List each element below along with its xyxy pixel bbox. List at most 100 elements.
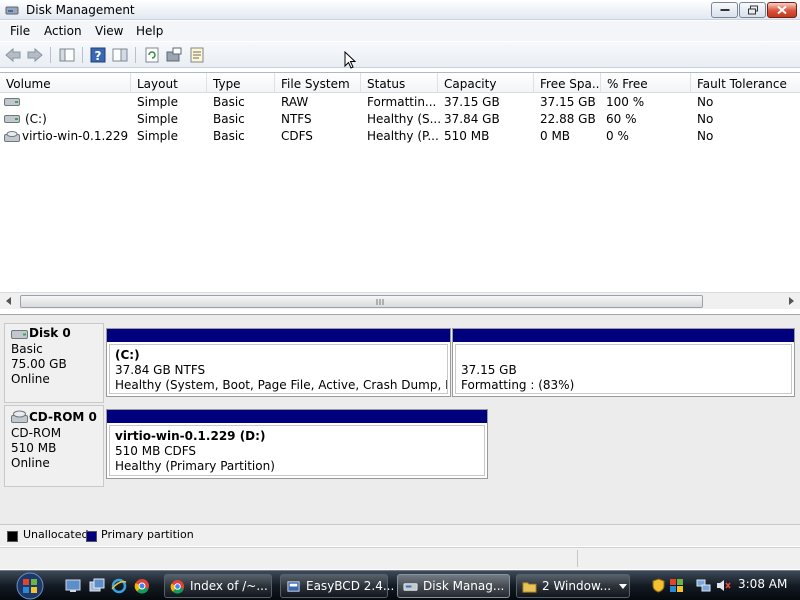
column-percent-free[interactable]: % Free	[601, 73, 691, 93]
volume-file-system: CDFS	[281, 129, 313, 143]
task-label: 2 Window...	[542, 579, 612, 593]
disk-management-icon	[403, 583, 418, 591]
cdrom-0-label[interactable]: CD-ROM 0 CD-ROM 510 MB Online	[4, 405, 104, 487]
disk-type: CD-ROM	[11, 426, 62, 440]
volume-muted-icon[interactable]	[716, 578, 731, 593]
volume-type: Basic	[213, 129, 245, 143]
task-easybcd[interactable]: EasyBCD 2.4...	[280, 574, 394, 598]
start-button[interactable]	[8, 572, 52, 600]
column-status[interactable]: Status	[361, 73, 438, 93]
volume-percent-free: 60 %	[606, 112, 637, 126]
volume-free-space: 22.88 GB	[540, 112, 596, 126]
horizontal-scrollbar[interactable]	[0, 292, 800, 309]
volume-fault-tolerance: No	[697, 95, 714, 109]
column-type[interactable]: Type	[207, 73, 275, 93]
close-button[interactable]	[767, 2, 797, 18]
properties-view-icon[interactable]	[111, 46, 129, 64]
scrollbar-thumb[interactable]	[20, 295, 703, 308]
column-header-row: Volume Layout Type File System Status Ca…	[0, 73, 800, 93]
task-disk-management[interactable]: Disk Manag...	[397, 574, 510, 598]
volume-status: Healthy (P...	[367, 129, 439, 143]
volume-capacity: 510 MB	[444, 129, 490, 143]
column-layout[interactable]: Layout	[131, 73, 207, 93]
minimize-icon	[720, 9, 729, 11]
svg-text:?: ?	[95, 49, 102, 63]
toolbar: ?	[0, 42, 800, 68]
menu-file[interactable]: File	[10, 24, 30, 38]
scroll-right-icon[interactable]	[786, 296, 796, 306]
status-divider	[577, 550, 578, 567]
volume-status: Formattin...	[367, 95, 437, 109]
help-icon[interactable]: ?	[89, 46, 107, 64]
back-icon[interactable]	[4, 46, 22, 64]
forward-icon[interactable]	[26, 46, 44, 64]
disk-management-window: Disk Management File Action View Help ? …	[0, 0, 800, 570]
hard-disk-icon	[11, 330, 28, 339]
console-tree-icon[interactable]	[58, 46, 76, 64]
task-chrome[interactable]: Index of /~...	[164, 574, 272, 598]
column-fault-tolerance[interactable]: Fault Tolerance	[691, 73, 800, 93]
show-desktop-icon[interactable]	[65, 578, 81, 594]
column-capacity[interactable]: Capacity	[438, 73, 534, 93]
volume-type: Basic	[213, 95, 245, 109]
volume-layout: Simple	[137, 129, 178, 143]
partition-c[interactable]: (C:) 37.84 GB NTFS Healthy (System, Boot…	[106, 328, 451, 397]
rescan-disks-icon[interactable]	[165, 46, 183, 64]
volume-name: (C:)	[25, 112, 47, 126]
partition-title: virtio-win-0.1.229 (D:)	[115, 429, 266, 443]
network-icon[interactable]	[696, 578, 711, 593]
volume-layout: Simple	[137, 95, 178, 109]
menu-help[interactable]: Help	[136, 24, 163, 38]
chrome-icon	[170, 579, 185, 594]
minimize-button[interactable]	[711, 2, 738, 18]
legend-unallocated: Unallocated	[23, 528, 89, 541]
volume-row[interactable]: virtio-win-0.1.229 ... Simple Basic CDFS…	[0, 128, 800, 145]
partition-d[interactable]: virtio-win-0.1.229 (D:) 510 MB CDFS Heal…	[106, 409, 488, 479]
volume-status: Healthy (S...	[367, 112, 442, 126]
switch-windows-icon[interactable]	[89, 578, 105, 594]
notification-area: 3:08 AM	[645, 573, 800, 599]
disk-0-label[interactable]: Disk 0 Basic 75.00 GB Online	[4, 323, 104, 403]
disk-size: 510 MB	[11, 441, 57, 455]
partition-status: Formatting : (83%)	[461, 378, 575, 392]
task-windows-explorer-group[interactable]: 2 Window...	[516, 574, 630, 598]
status-bar	[0, 547, 800, 569]
security-shield-icon[interactable]	[651, 578, 666, 593]
menu-bar: File Action View Help	[0, 21, 800, 41]
partition-body: virtio-win-0.1.229 (D:) 510 MB CDFS Heal…	[109, 425, 485, 476]
column-volume[interactable]: Volume	[0, 73, 131, 93]
volume-fault-tolerance: No	[697, 112, 714, 126]
volume-capacity: 37.84 GB	[444, 112, 500, 126]
export-list-icon[interactable]	[188, 46, 206, 64]
menu-action[interactable]: Action	[44, 24, 82, 38]
internet-explorer-icon[interactable]	[111, 578, 127, 594]
windows-update-icon[interactable]	[669, 578, 684, 593]
volume-list: Volume Layout Type File System Status Ca…	[0, 72, 800, 310]
refresh-icon[interactable]	[143, 46, 161, 64]
window-title: Disk Management	[26, 3, 135, 17]
volume-percent-free: 100 %	[606, 95, 645, 109]
scroll-left-icon[interactable]	[4, 296, 14, 306]
chevron-down-icon	[619, 584, 627, 589]
volume-row[interactable]: Simple Basic RAW Formattin... 37.15 GB 3…	[0, 94, 800, 111]
volume-row[interactable]: (C:) Simple Basic NTFS Healthy (S... 37.…	[0, 111, 800, 128]
legend-primary-partition: Primary partition	[101, 528, 194, 541]
volume-fault-tolerance: No	[697, 129, 714, 143]
close-icon	[777, 5, 787, 15]
column-free-space[interactable]: Free Spa...	[534, 73, 601, 93]
partition-detail: 510 MB CDFS	[115, 444, 197, 458]
partition-status: Healthy (System, Boot, Page File, Active…	[115, 378, 447, 392]
toolbar-separator	[135, 47, 136, 63]
maximize-button[interactable]	[739, 2, 766, 18]
title-bar[interactable]: Disk Management	[0, 0, 800, 20]
primary-partition-bar	[453, 329, 794, 342]
column-file-system[interactable]: File System	[275, 73, 361, 93]
cd-drive-icon	[4, 131, 20, 142]
menu-view[interactable]: View	[95, 24, 123, 38]
chrome-quicklaunch-icon[interactable]	[134, 578, 150, 594]
grip-icon	[376, 299, 384, 305]
partition-unlabeled[interactable]: 37.15 GB Formatting : (83%)	[452, 328, 795, 397]
clock[interactable]: 3:08 AM	[738, 577, 787, 591]
primary-partition-swatch	[86, 531, 97, 542]
primary-partition-bar	[107, 410, 487, 423]
